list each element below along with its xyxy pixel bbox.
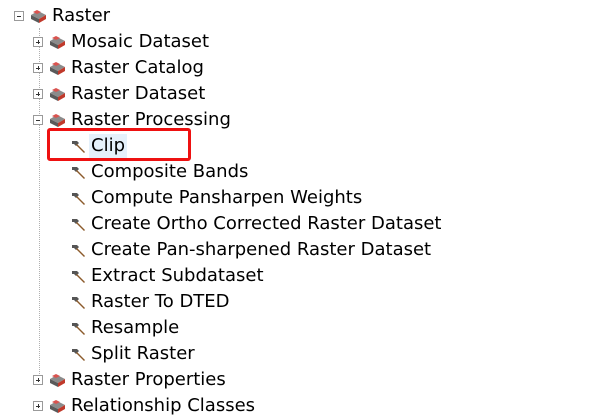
tree-node-relationship-classes[interactable]: Relationship Classes: [33, 393, 257, 419]
expand-icon[interactable]: [33, 375, 43, 385]
tool-label: Compute Pansharpen Weights: [91, 187, 363, 208]
expand-icon[interactable]: [33, 401, 43, 411]
toolbox-icon: [49, 34, 66, 50]
hammer-icon: [69, 190, 86, 207]
tree-node-raster-processing[interactable]: Raster Processing: [33, 107, 233, 133]
tree-node-raster-dataset[interactable]: Raster Dataset: [33, 81, 207, 107]
hammer-icon: [69, 138, 86, 155]
toolbox-icon: [49, 86, 66, 102]
hammer-icon: [69, 294, 86, 311]
tool-create-pan-sharpened-raster-dataset[interactable]: Create Pan-sharpened Raster Dataset: [69, 237, 433, 263]
tool-composite-bands[interactable]: Composite Bands: [69, 159, 250, 185]
toolbox-icon: [49, 60, 66, 76]
toolbox-tree: Raster Mosaic Dataset Raster Catalog Ras…: [0, 0, 598, 416]
expand-icon[interactable]: [33, 37, 43, 47]
hammer-icon: [69, 320, 86, 337]
tree-node-raster-properties[interactable]: Raster Properties: [33, 367, 228, 393]
tool-label: Split Raster: [91, 343, 195, 364]
tool-raster-to-dted[interactable]: Raster To DTED: [69, 289, 232, 315]
tool-label: Extract Subdataset: [91, 265, 264, 286]
tool-label: Raster To DTED: [91, 291, 230, 312]
hammer-icon: [69, 242, 86, 259]
tool-split-raster[interactable]: Split Raster: [69, 341, 197, 367]
toolbox-icon: [30, 8, 47, 24]
tool-label: Clip: [89, 134, 127, 158]
tree-node-label: Mosaic Dataset: [71, 31, 210, 52]
expand-icon[interactable]: [33, 63, 43, 73]
expand-icon[interactable]: [33, 89, 43, 99]
tree-node-raster[interactable]: Raster: [14, 3, 112, 29]
tool-resample[interactable]: Resample: [69, 315, 181, 341]
toolbox-icon: [49, 398, 66, 414]
tool-label: Composite Bands: [91, 161, 249, 182]
tool-clip[interactable]: Clip: [69, 133, 127, 159]
tool-extract-subdataset[interactable]: Extract Subdataset: [69, 263, 266, 289]
tree-node-label: Raster Processing: [71, 109, 231, 130]
tree-node-raster-catalog[interactable]: Raster Catalog: [33, 55, 206, 81]
hammer-icon: [69, 268, 86, 285]
tree-node-label: Raster Properties: [71, 369, 226, 390]
tree-node-mosaic-dataset[interactable]: Mosaic Dataset: [33, 29, 211, 55]
tool-create-ortho-corrected-raster-dataset[interactable]: Create Ortho Corrected Raster Dataset: [69, 211, 443, 237]
collapse-icon[interactable]: [14, 11, 24, 21]
tree-node-label: Raster Catalog: [71, 57, 204, 78]
tool-label: Create Ortho Corrected Raster Dataset: [91, 213, 442, 234]
tree-node-label: Raster Dataset: [71, 83, 206, 104]
tool-label: Create Pan-sharpened Raster Dataset: [91, 239, 432, 260]
tree-node-label: Relationship Classes: [71, 395, 256, 416]
tree-node-label: Raster: [52, 5, 111, 26]
hammer-icon: [69, 346, 86, 363]
tool-label: Resample: [91, 317, 180, 338]
collapse-icon[interactable]: [33, 115, 43, 125]
toolbox-icon: [49, 112, 66, 128]
toolbox-icon: [49, 372, 66, 388]
hammer-icon: [69, 216, 86, 233]
tool-compute-pansharpen-weights[interactable]: Compute Pansharpen Weights: [69, 185, 364, 211]
hammer-icon: [69, 164, 86, 181]
